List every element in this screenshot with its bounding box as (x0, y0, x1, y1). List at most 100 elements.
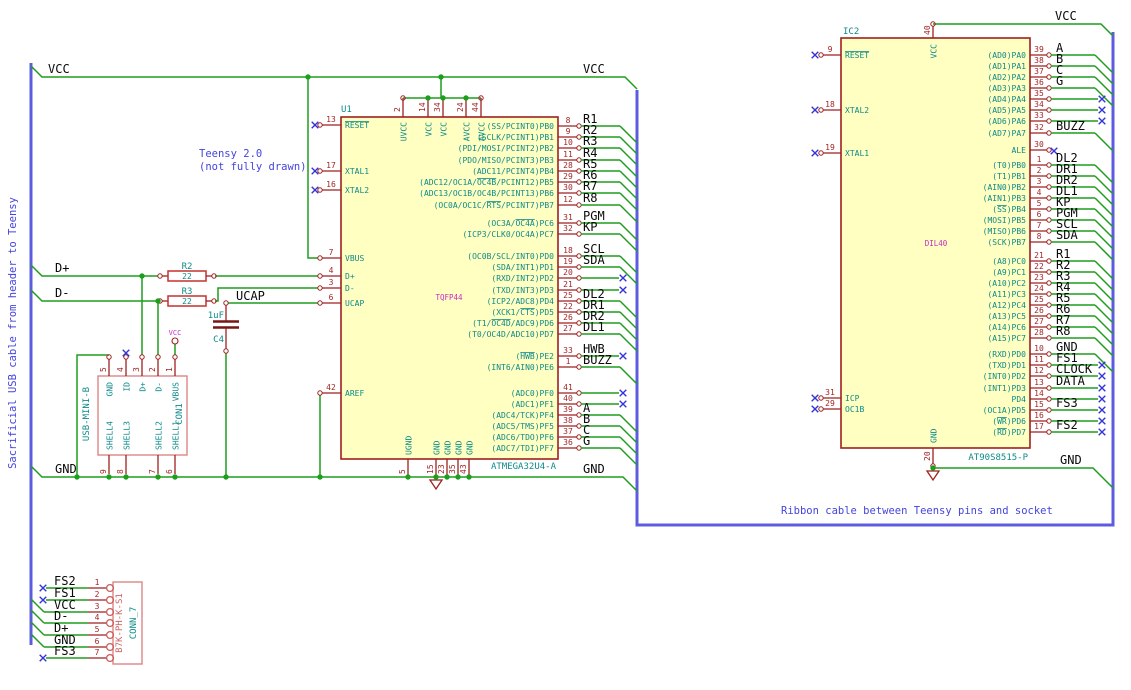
pin-end (1046, 206, 1052, 212)
pin-name: (A15)PC7 (987, 334, 1026, 343)
pin-number: 4 (329, 266, 334, 275)
no-connect-icon (1098, 417, 1106, 425)
pin-name: (AIN1)PB3 (983, 194, 1027, 203)
note-teensy-1: Teensy 2.0 (199, 148, 262, 160)
pin-end (1046, 195, 1052, 201)
net-label-vcc-left: VCC (48, 62, 70, 76)
pin-number: 3 (329, 278, 334, 287)
net-label: G (1056, 74, 1063, 88)
pin-number: 3 (1037, 177, 1042, 186)
bus-entry (30, 633, 45, 648)
pin-end (1046, 280, 1052, 286)
pin-number: 40 (563, 394, 573, 403)
resistor-ref: R2 (182, 262, 193, 272)
wire-vbus-drop (307, 77, 318, 259)
no-connect-icon (1098, 428, 1106, 436)
junction-dot (930, 465, 936, 471)
pin-name: VCC (440, 122, 449, 137)
junction-dot (123, 474, 129, 480)
pin-name: (ADC11/PCINT4)PB4 (472, 167, 554, 176)
pin-name: (A13)PC5 (987, 312, 1026, 321)
pin-name: (AD5)PA5 (987, 106, 1026, 115)
pin-end (576, 364, 582, 370)
net-label-dminus: D- (55, 286, 69, 300)
pin-name: GND (444, 440, 453, 455)
no-connect-icon (811, 149, 819, 157)
pin-end (317, 285, 323, 291)
component-value: USB-MINI-B (82, 387, 92, 441)
pin-name: D- (155, 382, 164, 392)
pin-end (1046, 335, 1052, 341)
pin-end (576, 145, 582, 151)
pin-name: (INT1)PD3 (983, 384, 1027, 393)
pin-end (1046, 63, 1052, 69)
pin-name: XTAL2 (845, 106, 869, 115)
pin-number: 29 (563, 172, 573, 181)
pin-end (1046, 385, 1052, 391)
no-connect-icon (122, 349, 130, 357)
pin-end (1046, 362, 1052, 368)
pin-end (576, 331, 582, 337)
pin-name: PD4 (1012, 395, 1027, 404)
pin-name: (SCK)PB7 (987, 238, 1026, 247)
pin-number: 33 (1034, 111, 1044, 120)
pin-name: (T1)PB1 (992, 172, 1026, 181)
pin-number: 1 (95, 578, 100, 587)
pin-number: 14 (418, 102, 427, 112)
pin-end (1046, 396, 1052, 402)
pin-name: D+ (345, 272, 355, 281)
pin-end (818, 406, 824, 412)
pin-name: (ICP2/ADC8)PD4 (487, 297, 555, 306)
pin-end (1046, 74, 1052, 80)
pin-number: 6 (1037, 210, 1042, 219)
pin-name: ALE (1012, 146, 1027, 155)
junction-dot (440, 95, 446, 101)
pin-number: 23 (437, 464, 446, 474)
pin-end (576, 253, 582, 259)
pin-name: (A12)PC4 (987, 301, 1026, 310)
pin-end (157, 273, 163, 279)
no-connect-icon (1098, 95, 1106, 103)
pin-number: 1 (1037, 155, 1042, 164)
pin-name: UVCC (400, 122, 409, 141)
pin-number: 16 (1034, 411, 1044, 420)
pin-name: (SDA/INT1)PD1 (491, 263, 554, 272)
net-label: SDA (583, 253, 605, 267)
pin-number: 30 (563, 183, 573, 192)
no-connect-icon (1098, 106, 1106, 114)
bus-entry (1094, 293, 1114, 313)
pin-number: 29 (825, 399, 835, 408)
pin-end (576, 123, 582, 129)
pin-number: 24 (1034, 284, 1044, 293)
pin-name: VCC (930, 44, 939, 59)
no-connect-icon (39, 654, 47, 662)
pin-end (576, 445, 582, 451)
pin-name: (RD)PD7 (992, 428, 1026, 437)
net-label: KP (583, 220, 597, 234)
bus-entry (1094, 282, 1114, 302)
net-label: DL1 (583, 320, 605, 334)
no-connect-icon (619, 286, 627, 294)
bus-entry (1094, 219, 1114, 239)
pin-name: (A14)PC6 (987, 323, 1026, 332)
pin-name: (OC0B/SCL/INT0)PD0 (467, 252, 554, 261)
junction-dot (466, 474, 472, 480)
component-value: ATMEGA32U4-A (491, 462, 557, 472)
pin-number: 5 (398, 469, 407, 474)
pin-end (576, 157, 582, 163)
pin-number: 37 (1034, 67, 1044, 76)
pin-number: 34 (1034, 100, 1044, 109)
no-connect-icon (619, 274, 627, 282)
pin-number: 19 (563, 257, 573, 266)
no-connect-icon (811, 106, 819, 114)
pin-end (576, 298, 582, 304)
bus-entry (1094, 132, 1114, 152)
pin-number: 33 (563, 346, 573, 355)
wire-dplus (30, 264, 158, 277)
bus-entry (1094, 76, 1114, 96)
pin-number: 13 (1034, 378, 1044, 387)
pin-number: 17 (326, 161, 336, 170)
junction-dot (438, 74, 444, 80)
pin-number: 32 (563, 224, 573, 233)
pin-end (1046, 217, 1052, 223)
